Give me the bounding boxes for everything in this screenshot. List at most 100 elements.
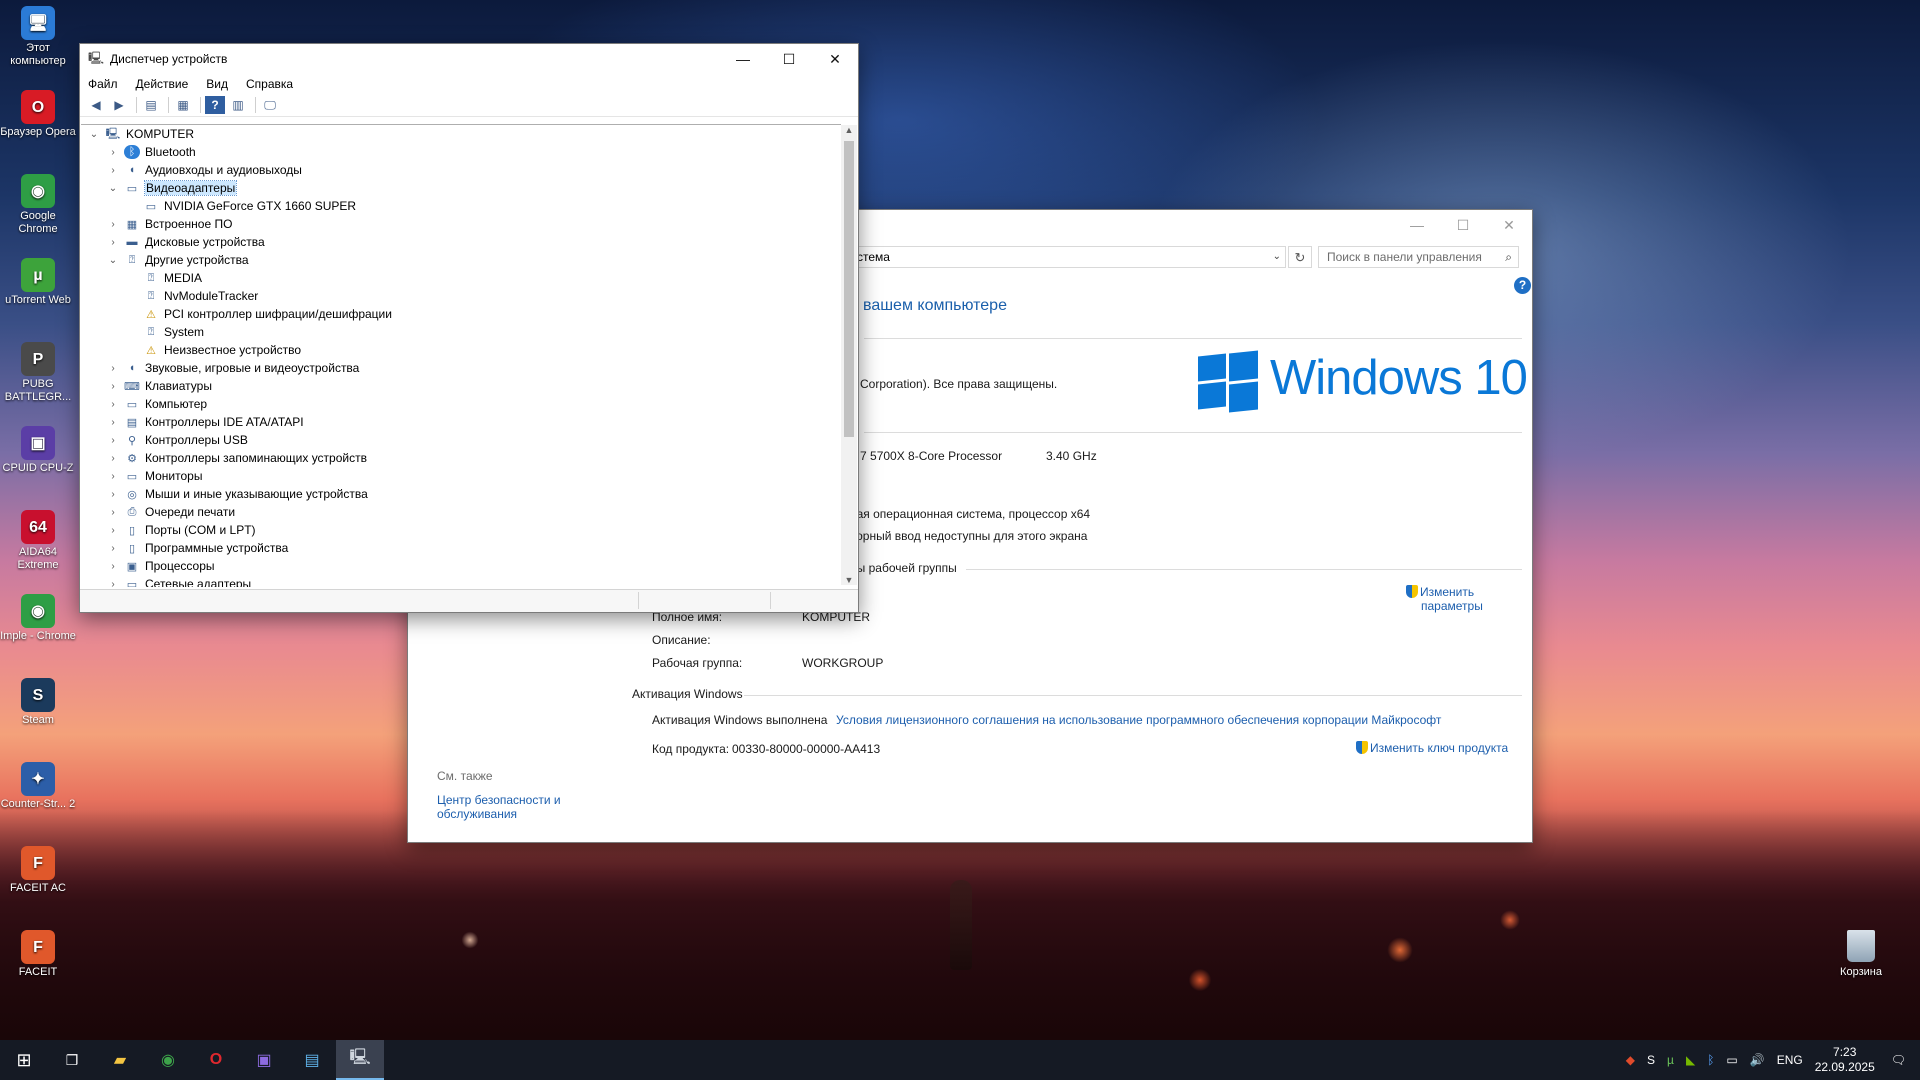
tree-view-icon[interactable]: ▤ (141, 96, 161, 114)
chevron-down-icon[interactable]: ⌄ (106, 183, 120, 194)
chevron-right-icon[interactable]: › (106, 507, 120, 518)
chevron-right-icon[interactable]: › (106, 471, 120, 482)
recycle-bin[interactable]: Корзина (1836, 930, 1886, 978)
chevron-right-icon[interactable]: › (106, 543, 120, 554)
tree-node[interactable]: ▭ NVIDIA GeForce GTX 1660 SUPER (125, 197, 356, 215)
desktop-icon[interactable]: 🖥 Этот компьютер (0, 6, 76, 68)
maximize-button[interactable]: ☐ (766, 44, 812, 74)
tree-node[interactable]: › ▭ Компьютер (106, 395, 207, 413)
chevron-down-icon[interactable]: ⌄ (87, 129, 101, 140)
notifications-icon[interactable]: 🗨 (1891, 1053, 1906, 1067)
change-params-link[interactable]: Изменить параметры (1406, 585, 1483, 613)
volume-icon[interactable]: 🔊 (1750, 1053, 1765, 1067)
menu-view[interactable]: Вид (206, 77, 228, 91)
tree-node[interactable]: ⍰ MEDIA (125, 269, 202, 287)
chevron-right-icon[interactable]: › (106, 219, 120, 230)
tree-node[interactable]: › ◖ Звуковые, игровые и видеоустройства (106, 359, 359, 377)
chevron-right-icon[interactable]: › (106, 165, 120, 176)
chevron-right-icon[interactable]: › (106, 489, 120, 500)
tree-node[interactable]: › ▦ Встроенное ПО (106, 215, 232, 233)
tree-node[interactable]: › ◖ Аудиовходы и аудиовыходы (106, 161, 302, 179)
taskbar-chrome[interactable]: ◉ (144, 1040, 192, 1080)
task-view-button[interactable]: ❐ (48, 1040, 96, 1080)
scroll-thumb[interactable] (844, 141, 854, 437)
menu-file[interactable]: Файл (88, 77, 118, 91)
start-button[interactable]: ⊞ (0, 1040, 48, 1080)
chevron-right-icon[interactable]: › (106, 237, 120, 248)
tree-node[interactable]: › ▣ Процессоры (106, 557, 214, 575)
security-center-link[interactable]: Центр безопасности и обслуживания (437, 793, 561, 821)
tree-node[interactable]: › ▭ Сетевые адаптеры (106, 575, 251, 587)
search-icon[interactable]: ⌕ (1505, 247, 1512, 267)
help-icon[interactable]: ? (1514, 277, 1531, 294)
desktop-icon[interactable]: S Steam (0, 678, 76, 727)
chevron-right-icon[interactable]: › (106, 147, 120, 158)
tree-node[interactable]: › ⚲ Контроллеры USB (106, 431, 248, 449)
scroll-up-icon[interactable]: ▲ (841, 125, 857, 135)
chevron-right-icon[interactable]: › (106, 579, 120, 588)
chevron-right-icon[interactable]: › (106, 417, 120, 428)
tree-node[interactable]: › ▤ Контроллеры IDE ATA/ATAPI (106, 413, 303, 431)
taskbar-cpuz[interactable]: ▣ (240, 1040, 288, 1080)
back-arrow-icon[interactable]: ◀ (86, 96, 106, 114)
tree-scrollbar[interactable]: ▲ ▼ (841, 125, 857, 585)
scroll-down-icon[interactable]: ▼ (841, 575, 857, 585)
tree-node[interactable]: › ◎ Мыши и иные указывающие устройства (106, 485, 367, 503)
taskbar-opera[interactable]: O (192, 1040, 240, 1080)
chevron-down-icon[interactable]: ⌄ (1273, 247, 1281, 267)
chevron-right-icon[interactable]: › (106, 435, 120, 446)
change-product-key-link[interactable]: Изменить ключ продукта (1356, 741, 1508, 755)
menu-action[interactable]: Действие (136, 77, 189, 91)
tree-node[interactable]: › ▬ Дисковые устройства (106, 233, 264, 251)
tree-node[interactable]: ⍰ NvModuleTracker (125, 287, 259, 305)
chevron-right-icon[interactable]: › (106, 453, 120, 464)
desktop-icon[interactable]: ◉ Google Chrome (0, 174, 76, 236)
help-book-icon[interactable]: ? (205, 96, 225, 114)
desktop-icon[interactable]: µ uTorrent Web (0, 258, 76, 307)
chevron-right-icon[interactable]: › (106, 399, 120, 410)
tree-node[interactable]: › ᛒ Bluetooth (106, 143, 196, 161)
device-tree[interactable]: ⌄ 🖳 KOMPUTER › ᛒ Bluetooth › ◖ Аудиовходы и ауди… (81, 124, 841, 587)
taskbar-control-panel[interactable]: ▤ (288, 1040, 336, 1080)
refresh-icon[interactable]: ↻ (1288, 246, 1312, 268)
tree-node[interactable]: ⍰ System (125, 323, 204, 341)
nvidia-tray-icon[interactable]: ◣ (1686, 1053, 1695, 1067)
maximize-button[interactable]: ☐ (1440, 210, 1486, 240)
network-tray-icon[interactable]: ▭ (1726, 1053, 1737, 1067)
desktop-icon[interactable]: ✦ Counter-Str... 2 (0, 762, 76, 811)
tree-node[interactable]: ⌄ ⍰ Другие устройства (106, 251, 249, 269)
tree-node[interactable]: › ⎙ Очереди печати (106, 503, 235, 521)
scan-hardware-icon[interactable]: 🖵 (260, 96, 280, 114)
tree-node[interactable]: › ⌨ Клавиатуры (106, 377, 212, 395)
tree-node[interactable]: ⌄ 🖳 KOMPUTER (87, 125, 194, 143)
desktop-icon[interactable]: O Браузер Opera (0, 90, 76, 139)
minimize-button[interactable]: — (1394, 210, 1440, 240)
close-button[interactable]: ✕ (1486, 210, 1532, 240)
clock[interactable]: 7:23 22.09.2025 (1815, 1045, 1875, 1075)
taskbar-explorer[interactable]: ▰ (96, 1040, 144, 1080)
tree-node[interactable]: › ▯ Программные устройства (106, 539, 288, 557)
language-indicator[interactable]: ENG (1777, 1053, 1803, 1067)
chevron-right-icon[interactable]: › (106, 525, 120, 536)
tray-app-icon[interactable]: ◆ (1626, 1053, 1635, 1067)
tree-node[interactable]: ⚠ PCI контроллер шифрации/дешифрации (125, 305, 392, 323)
desktop-icon[interactable]: 64 AIDA64 Extreme (0, 510, 76, 572)
chevron-right-icon[interactable]: › (106, 381, 120, 392)
utorrent-tray-icon[interactable]: µ (1667, 1053, 1674, 1067)
license-terms-link[interactable]: Условия лицензионного соглашения на испо… (836, 713, 1441, 727)
bluetooth-tray-icon[interactable]: ᛒ (1707, 1053, 1714, 1067)
tree-node[interactable]: ⌄ ▭ Видеоадаптеры (106, 179, 238, 197)
search-input[interactable]: Поиск в панели управления ⌕ (1318, 246, 1519, 268)
tree-node[interactable]: › ⚙ Контроллеры запоминающих устройств (106, 449, 367, 467)
minimize-button[interactable]: — (720, 44, 766, 74)
chevron-right-icon[interactable]: › (106, 561, 120, 572)
tree-node[interactable]: ⚠ Неизвестное устройство (125, 341, 301, 359)
desktop-icon[interactable]: F FACEIT AC (0, 846, 76, 895)
tree-node[interactable]: › ▭ Мониторы (106, 467, 202, 485)
steam-tray-icon[interactable]: S (1647, 1053, 1655, 1067)
details-view-icon[interactable]: ▥ (228, 96, 248, 114)
desktop-icon[interactable]: F FACEIT (0, 930, 76, 979)
properties-icon[interactable]: ▦ (173, 96, 193, 114)
chevron-right-icon[interactable]: › (106, 363, 120, 374)
taskbar-device-manager[interactable]: 🖳 (336, 1040, 384, 1080)
